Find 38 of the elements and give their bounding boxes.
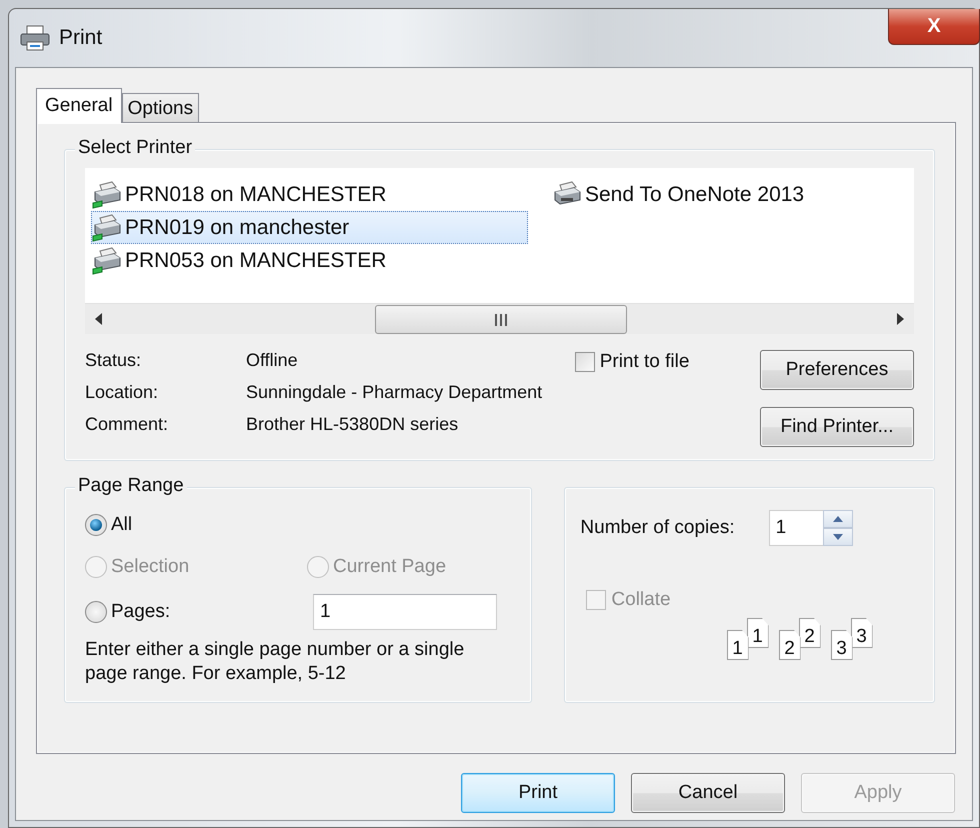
horizontal-scrollbar[interactable] [85, 303, 914, 334]
radio-option[interactable]: Pages: [85, 597, 307, 627]
copies-field[interactable]: 1 [768, 510, 823, 546]
printer-button[interactable]: Find Printer... [760, 407, 914, 447]
print-to-file-checkbox[interactable]: Print to file [574, 350, 690, 374]
left-arrow-icon[interactable] [95, 313, 103, 325]
detail-label: Location: [85, 382, 160, 403]
dialog-button[interactable]: Print [461, 773, 615, 813]
right-arrow-icon[interactable] [896, 313, 904, 325]
printer-item[interactable]: PRN019 on manchester [91, 211, 528, 244]
grip-icon [494, 314, 508, 326]
scrollbar-thumb[interactable] [375, 305, 627, 334]
printer-item[interactable]: PRN018 on MANCHESTER [91, 178, 388, 211]
detail-label: Comment: [85, 414, 170, 435]
radio-button[interactable] [85, 601, 107, 623]
detail-value: Offline [246, 350, 299, 371]
printer-icon [92, 246, 122, 274]
detail-label: Status: [85, 350, 142, 371]
printer-item[interactable]: PRN053 on MANCHESTER [91, 244, 388, 277]
tab[interactable]: General [36, 88, 122, 123]
printer-icon [92, 214, 122, 242]
close-button[interactable]: X [888, 9, 980, 45]
pages-field[interactable]: 1 [313, 594, 497, 630]
radio-option[interactable]: All [85, 510, 307, 540]
printer-item[interactable]: Send To OneNote 2013 [551, 178, 806, 211]
hint-text: Enter either a single page number or a single page range. For example, 5-12 [85, 638, 466, 686]
window-title: Print [59, 26, 102, 50]
radio-button[interactable] [85, 514, 107, 536]
printer-icon [19, 24, 51, 52]
printer-icon [92, 180, 122, 208]
tab[interactable]: Options [122, 93, 200, 122]
copies-label: Number of copies: [580, 517, 735, 539]
group-title: Page Range [75, 475, 187, 497]
printer-button[interactable]: Preferences [760, 350, 914, 390]
collate-pages-drawing: 1 1 2 2 3 3 [726, 618, 877, 662]
detail-value: Brother HL-5380DN series [246, 414, 460, 435]
dialog-button[interactable]: Cancel [631, 773, 785, 813]
detail-value: Sunningdale - Pharmacy Department [246, 382, 542, 403]
